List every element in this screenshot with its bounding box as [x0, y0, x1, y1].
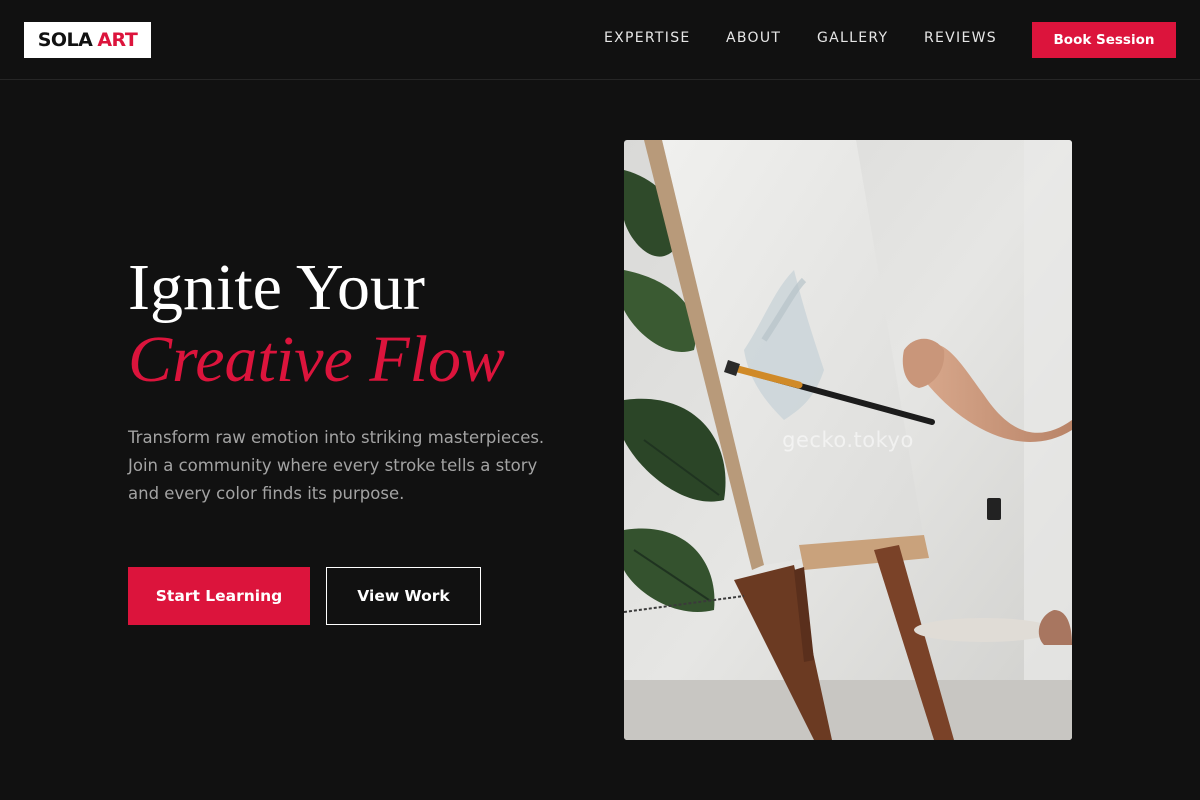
logo-text-art: ART [97, 29, 138, 51]
painting-illustration [624, 140, 1072, 740]
nav-link-about[interactable]: ABOUT [726, 30, 781, 46]
hero-title: Ignite Your Creative Flow [128, 252, 598, 396]
hero-description: Transform raw emotion into striking mast… [128, 428, 545, 503]
view-work-button[interactable]: View Work [326, 567, 481, 625]
hero-image: gecko.tokyo [624, 140, 1072, 740]
nav-link-expertise[interactable]: EXPERTISE [604, 30, 691, 46]
nav-link-reviews[interactable]: REVIEWS [924, 30, 997, 46]
logo-text-sola: SOLA [37, 29, 93, 51]
book-session-button[interactable]: Book Session [1032, 22, 1176, 58]
hero-title-line1: Ignite Your [128, 251, 426, 324]
palette [914, 618, 1054, 642]
start-learning-button[interactable]: Start Learning [128, 567, 310, 625]
site-header: SOLA ART EXPERTISE ABOUT GALLERY REVIEWS … [0, 0, 1200, 80]
hero-title-line2: Creative Flow [128, 323, 505, 396]
logo[interactable]: SOLA ART [24, 22, 151, 58]
nav-link-gallery[interactable]: GALLERY [817, 30, 888, 46]
